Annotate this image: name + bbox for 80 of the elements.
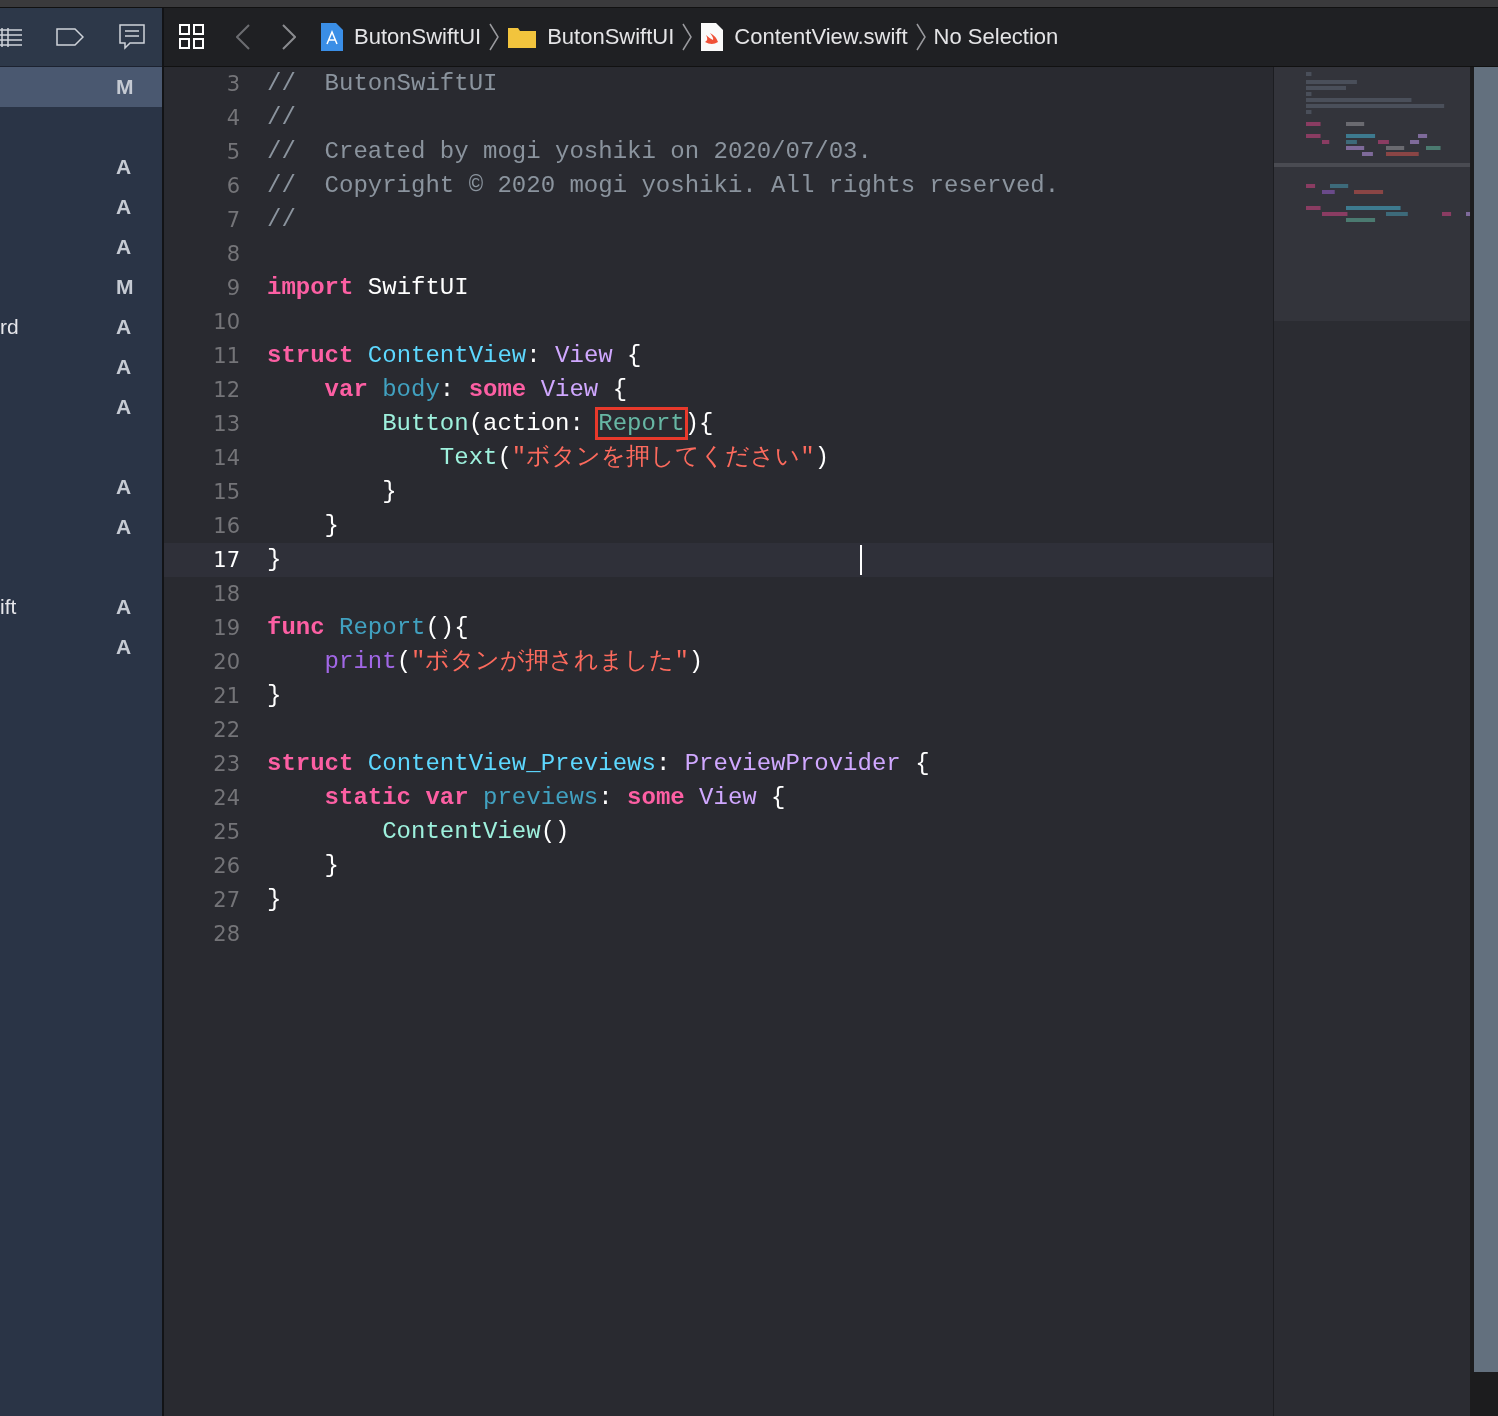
line-number: 27 <box>212 888 241 912</box>
swift-file-icon <box>700 22 725 52</box>
code-line: ContentView() <box>381 817 570 847</box>
source-control-status: A <box>116 635 132 659</box>
source-control-status: A <box>116 155 132 179</box>
source-control-status: A <box>116 315 132 339</box>
code-line: } <box>267 545 282 575</box>
tag-icon[interactable] <box>56 28 84 46</box>
line-number: 5 <box>225 140 241 164</box>
line-number: 25 <box>212 820 241 844</box>
selected-file-row[interactable]: M <box>0 67 162 107</box>
line-number: 17 <box>212 548 241 572</box>
line-number: 23 <box>212 752 241 776</box>
breadcrumb-item[interactable]: ContentView.swift <box>734 24 908 50</box>
folder-icon <box>507 25 538 49</box>
line-number: 24 <box>212 786 241 810</box>
source-control-status: A <box>116 595 132 619</box>
line-number: 14 <box>212 446 241 470</box>
breadcrumb-item[interactable]: ButonSwiftUI <box>354 24 482 50</box>
code-line: } <box>267 885 282 915</box>
line-number: 21 <box>212 684 241 708</box>
breadcrumb-item[interactable]: No Selection <box>933 24 1059 50</box>
line-number: 28 <box>212 922 241 946</box>
back-button[interactable] <box>236 24 250 50</box>
line-number: 8 <box>225 242 241 266</box>
project-file-icon <box>320 22 344 52</box>
code-line: Text("ボタンを押してください") <box>438 443 830 473</box>
line-number: 3 <box>225 72 241 96</box>
line-number: 19 <box>212 616 241 640</box>
source-control-status: M <box>116 75 134 99</box>
code-line: struct ContentView: View { <box>267 341 642 371</box>
code-line: struct ContentView_Previews: PreviewProvider { <box>267 749 930 779</box>
source-control-status: M <box>116 275 134 299</box>
code-line: // <box>267 103 296 133</box>
line-number: 7 <box>225 208 241 232</box>
line-number: 22 <box>212 718 241 742</box>
text-cursor <box>860 545 862 575</box>
breadcrumb-item[interactable]: ButonSwiftUI <box>547 24 675 50</box>
code-line: } <box>323 511 339 541</box>
line-number: 15 <box>212 480 241 504</box>
source-control-status: A <box>116 195 132 219</box>
comment-icon[interactable] <box>118 23 146 51</box>
code-line: } <box>323 851 339 881</box>
code-line: Button(action: Report){ <box>267 407 714 441</box>
scrollbar-thumb[interactable] <box>1474 67 1498 1372</box>
code-line: print("ボタンが押されました") <box>323 647 704 677</box>
code-line: } <box>381 477 397 507</box>
line-number: 10 <box>212 310 241 334</box>
line-number: 18 <box>212 582 241 606</box>
path-separator-icon <box>682 23 693 51</box>
line-number: 9 <box>225 276 241 300</box>
line-number: 4 <box>225 106 241 130</box>
grid-icon-button[interactable] <box>178 23 206 51</box>
code-line: // ButonSwiftUI <box>267 69 498 99</box>
path-separator-icon <box>915 23 926 51</box>
code-line: func Report(){ <box>267 613 469 643</box>
list-icon[interactable] <box>0 27 24 47</box>
code-line: // Created by mogi yoshiki on 2020/07/03. <box>267 137 872 167</box>
code-line: var body: some View { <box>323 375 628 405</box>
line-number: 12 <box>212 378 241 402</box>
line-number: 16 <box>212 514 241 538</box>
forward-button[interactable] <box>282 24 296 50</box>
line-number: 11 <box>212 344 241 368</box>
source-control-status: A <box>116 515 132 539</box>
source-control-status: A <box>116 355 132 379</box>
source-control-status: A <box>116 395 132 419</box>
file-name[interactable]: ift <box>0 595 17 619</box>
code-line: static var previews: some View { <box>323 783 786 813</box>
line-number: 20 <box>212 650 241 674</box>
source-control-status: A <box>116 475 132 499</box>
code-line: import SwiftUI <box>267 273 469 303</box>
line-number: 26 <box>212 854 241 878</box>
line-number: 13 <box>212 412 241 436</box>
source-control-status: A <box>116 235 132 259</box>
path-separator-icon <box>489 23 500 51</box>
code-line: // <box>267 205 296 235</box>
file-name[interactable]: rd <box>0 315 19 339</box>
code-line: } <box>267 681 282 711</box>
code-line: // Copyright © 2020 mogi yoshiki. All rights reserved. <box>267 171 1060 201</box>
line-number: 6 <box>225 174 241 198</box>
